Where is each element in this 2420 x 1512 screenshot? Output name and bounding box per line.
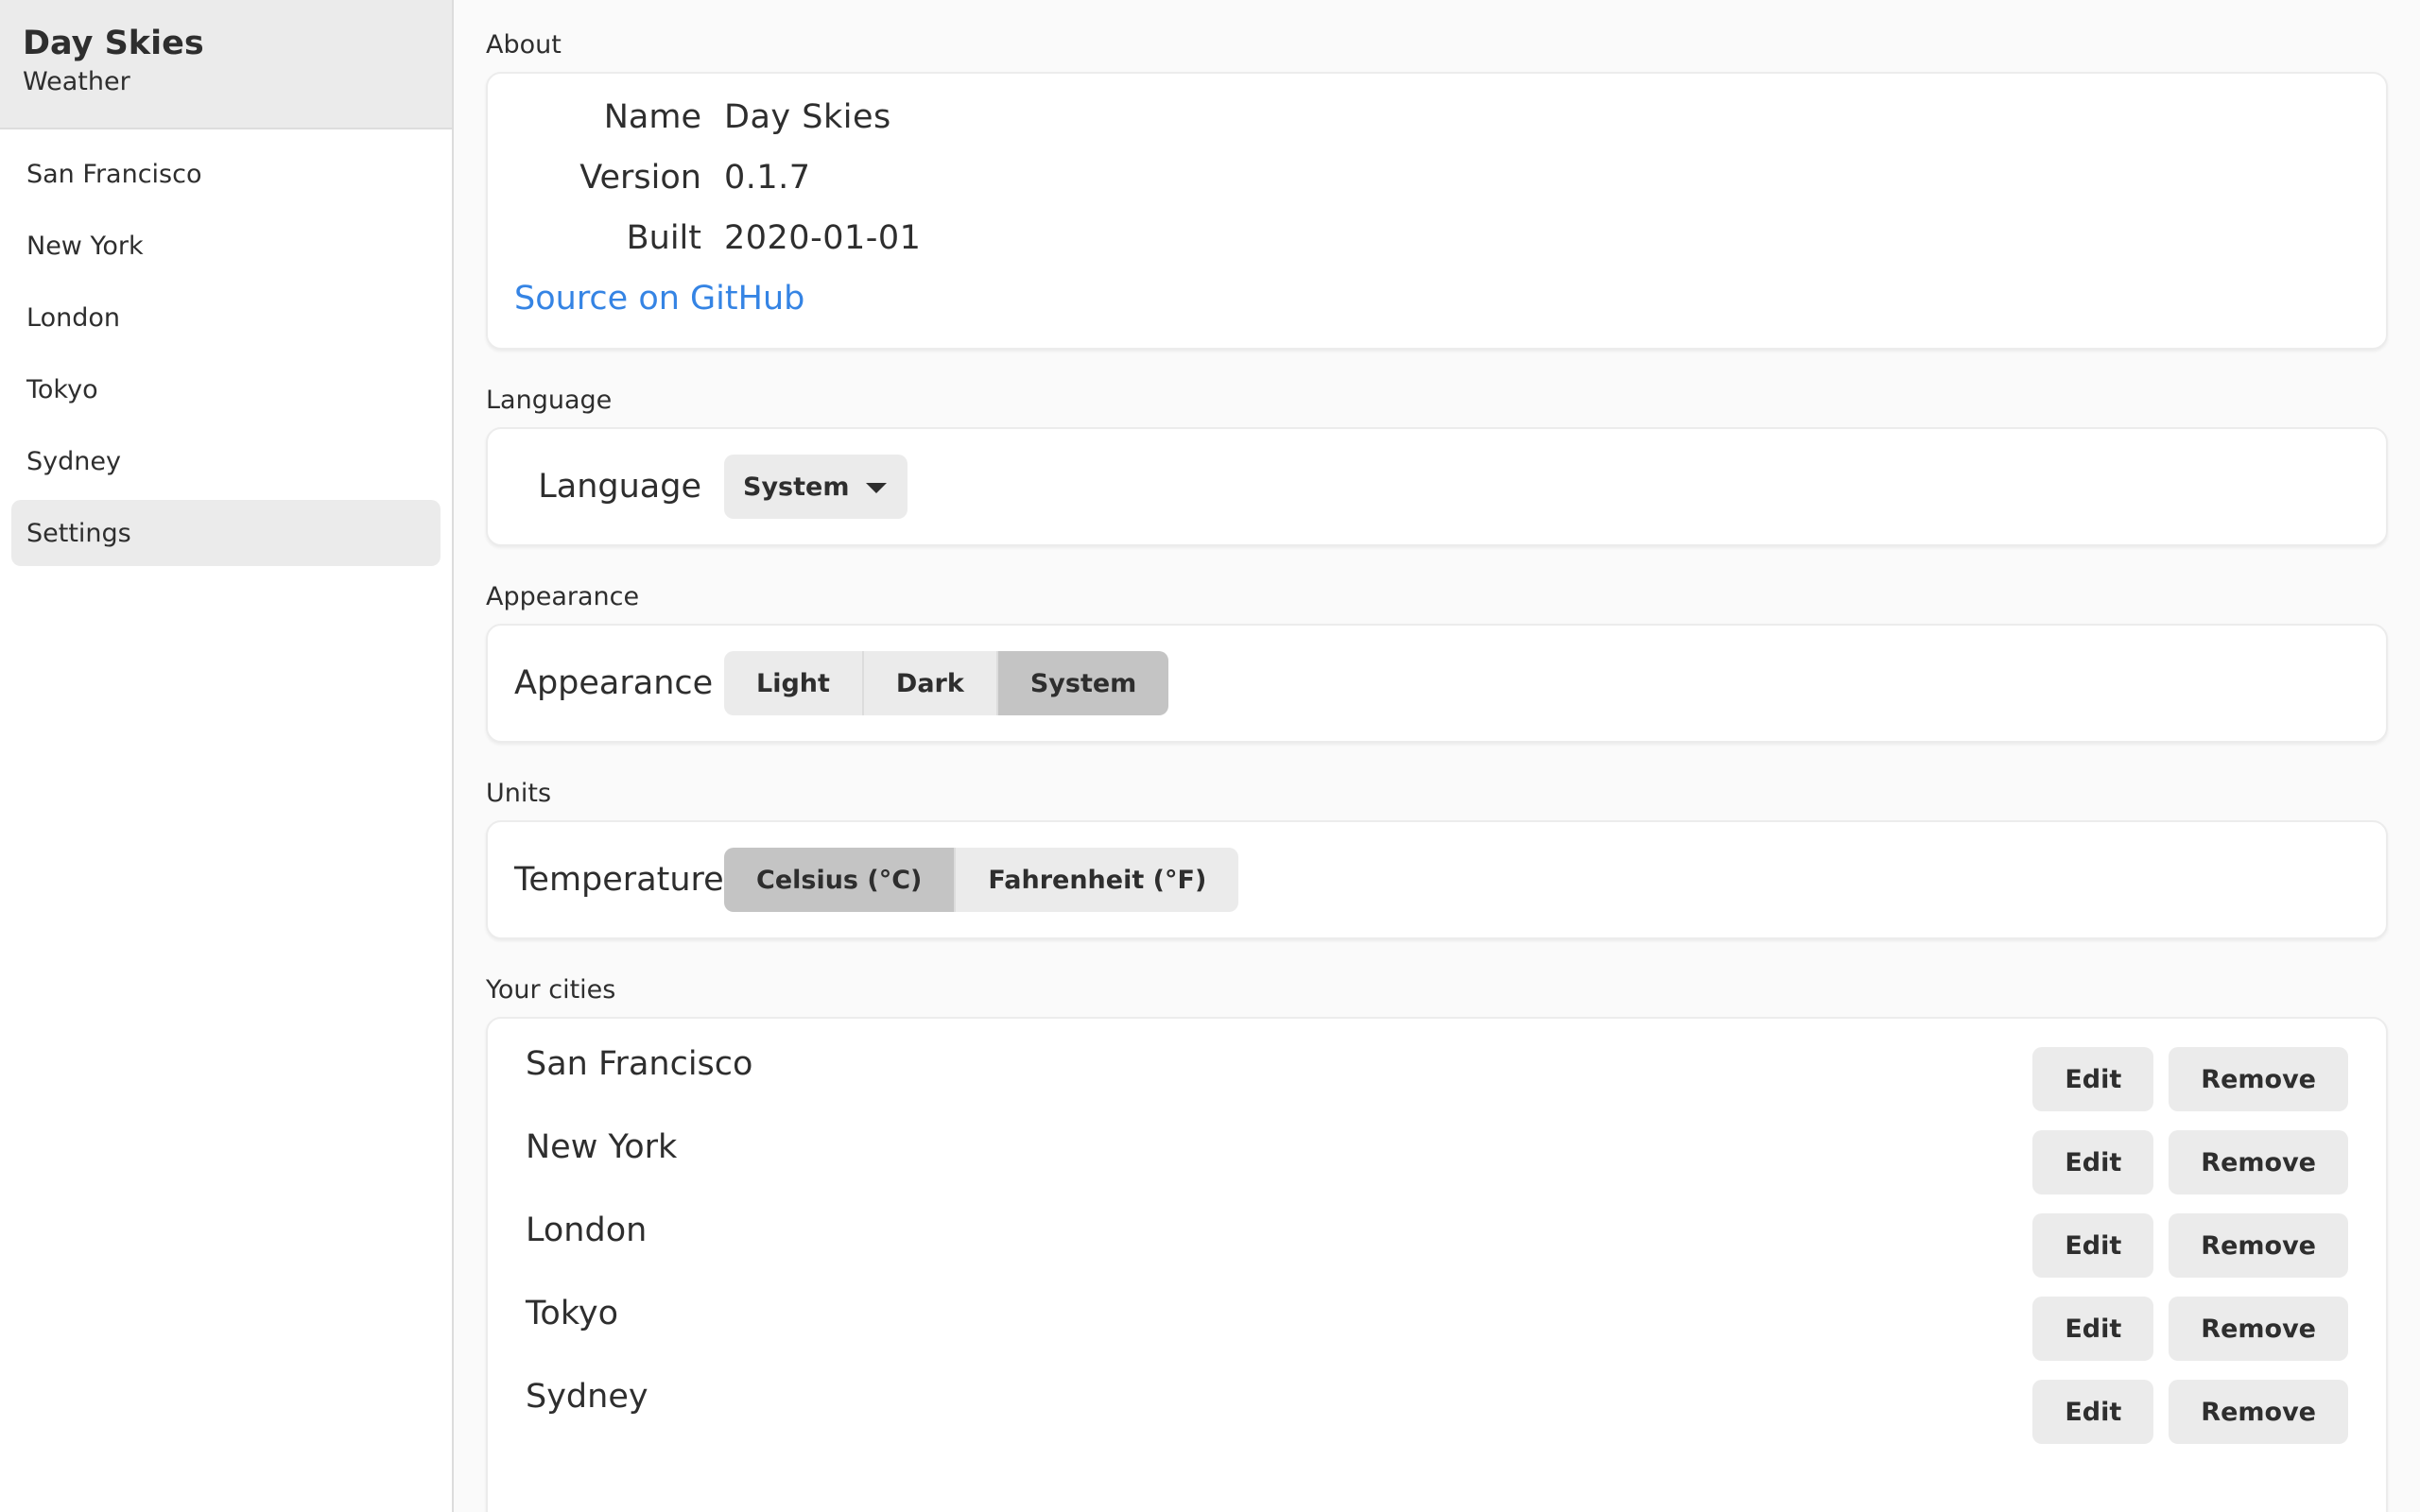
about-name-key: Name — [603, 98, 701, 136]
celsius-button[interactable]: Celsius (°C) — [724, 848, 957, 912]
city-name: San Francisco — [526, 1045, 753, 1083]
sidebar-item-label: Sydney — [26, 446, 121, 476]
about-built-row: Built 2020-01-01 — [514, 208, 2360, 268]
remove-city-button[interactable]: Remove — [2169, 1047, 2348, 1111]
sidebar-item-new-york[interactable]: New York — [11, 213, 441, 279]
temperature-toggle-group: Celsius (°C) Fahrenheit (°F) — [724, 848, 1239, 912]
sidebar-item-label: Settings — [26, 518, 131, 548]
about-card: Name Day Skies Version 0.1.7 Built 2020-… — [486, 72, 2388, 350]
sidebar-list: San Francisco New York London Tokyo Sydn… — [0, 129, 452, 566]
appearance-dark-button[interactable]: Dark — [863, 651, 998, 715]
about-built-key: Built — [626, 219, 701, 257]
sidebar-item-label: London — [26, 302, 120, 333]
appearance-toggle-group: Light Dark System — [724, 651, 1169, 715]
sidebar-item-london[interactable]: London — [11, 284, 441, 351]
city-name: Tokyo — [526, 1295, 618, 1332]
language-label: Language — [538, 468, 701, 506]
appearance-label: Appearance — [514, 664, 714, 702]
units-section-label: Units — [486, 779, 552, 808]
fahrenheit-button[interactable]: Fahrenheit (°F) — [956, 848, 1239, 912]
sidebar-item-label: New York — [26, 231, 144, 261]
about-version-value: 0.1.7 — [724, 159, 811, 197]
language-selected-value: System — [743, 472, 850, 502]
settings-page: About Name Day Skies Version 0.1.7 Built… — [454, 0, 2420, 1512]
appearance-card: Appearance Light Dark System — [486, 624, 2388, 743]
remove-city-button[interactable]: Remove — [2169, 1130, 2348, 1194]
list-item: Sydney Edit Remove — [526, 1370, 2348, 1453]
city-name: Sydney — [526, 1378, 648, 1416]
app-window: Day Skies Weather San Francisco New York… — [0, 0, 2420, 1512]
sidebar-item-tokyo[interactable]: Tokyo — [11, 356, 441, 422]
sidebar-header: Day Skies Weather — [0, 0, 452, 129]
about-section-label: About — [486, 30, 562, 60]
app-subtitle: Weather — [23, 67, 130, 96]
about-version-row: Version 0.1.7 — [514, 147, 2360, 208]
units-card: Temperature Celsius (°C) Fahrenheit (°F) — [486, 820, 2388, 939]
edit-city-button[interactable]: Edit — [2032, 1297, 2154, 1361]
language-card: Language System — [486, 427, 2388, 546]
sidebar-item-sydney[interactable]: Sydney — [11, 428, 441, 494]
about-name-value: Day Skies — [724, 98, 891, 136]
remove-city-button[interactable]: Remove — [2169, 1297, 2348, 1361]
city-name: New York — [526, 1128, 678, 1166]
edit-city-button[interactable]: Edit — [2032, 1213, 2154, 1278]
appearance-system-button[interactable]: System — [997, 651, 1169, 715]
chevron-down-icon — [866, 482, 888, 493]
temperature-label: Temperature — [514, 861, 724, 899]
about-name-row: Name Day Skies — [514, 87, 2360, 147]
about-version-key: Version — [579, 159, 701, 197]
sidebar-item-san-francisco[interactable]: San Francisco — [11, 141, 441, 207]
city-name: London — [526, 1211, 648, 1249]
source-github-link[interactable]: Source on GitHub — [514, 268, 2360, 329]
remove-city-button[interactable]: Remove — [2169, 1380, 2348, 1444]
sidebar: Day Skies Weather San Francisco New York… — [0, 0, 454, 1512]
cities-card: San Francisco Edit Remove New York Edit … — [486, 1017, 2388, 1512]
list-item: New York Edit Remove — [526, 1121, 2348, 1204]
sidebar-item-label: Tokyo — [26, 374, 98, 404]
about-built-value: 2020-01-01 — [724, 219, 922, 257]
app-title: Day Skies — [23, 25, 204, 62]
list-item: London Edit Remove — [526, 1204, 2348, 1287]
language-section-label: Language — [486, 386, 613, 415]
list-item: Tokyo Edit Remove — [526, 1287, 2348, 1370]
edit-city-button[interactable]: Edit — [2032, 1380, 2154, 1444]
sidebar-item-label: San Francisco — [26, 159, 202, 189]
appearance-section-label: Appearance — [486, 582, 640, 611]
remove-city-button[interactable]: Remove — [2169, 1213, 2348, 1278]
edit-city-button[interactable]: Edit — [2032, 1047, 2154, 1111]
sidebar-item-settings[interactable]: Settings — [11, 500, 441, 566]
list-item: San Francisco Edit Remove — [526, 1038, 2348, 1121]
language-dropdown[interactable]: System — [724, 455, 908, 519]
appearance-light-button[interactable]: Light — [724, 651, 864, 715]
cities-section-label: Your cities — [486, 975, 616, 1005]
edit-city-button[interactable]: Edit — [2032, 1130, 2154, 1194]
